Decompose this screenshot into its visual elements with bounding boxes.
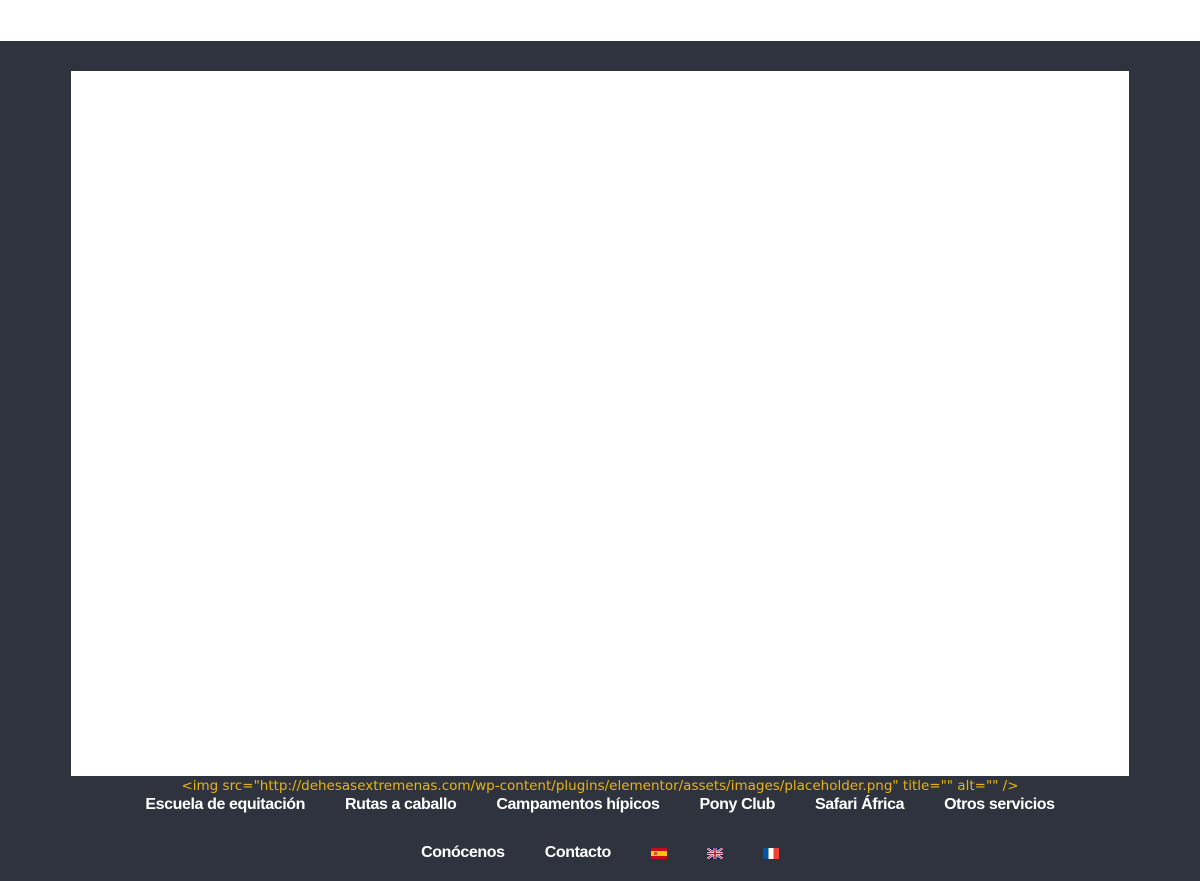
nav-item-campamentos[interactable]: Campamentos hípicos xyxy=(496,796,660,814)
france-flag-icon[interactable] xyxy=(762,847,779,859)
nav-item-pony-club[interactable]: Pony Club xyxy=(700,796,776,814)
page-top-band xyxy=(0,0,1200,41)
secondary-nav: Conócenos Contacto xyxy=(0,842,1200,864)
nav-item-rutas[interactable]: Rutas a caballo xyxy=(345,796,457,814)
nav-item-otros[interactable]: Otros servicios xyxy=(944,796,1055,814)
nav-item-escuela[interactable]: Escuela de equitación xyxy=(145,796,305,814)
nav-item-conocenos[interactable]: Conócenos xyxy=(421,844,505,862)
uk-flag-icon[interactable] xyxy=(706,847,723,859)
nav-item-contacto[interactable]: Contacto xyxy=(545,844,612,862)
primary-nav: Escuela de equitación Rutas a caballo Ca… xyxy=(0,795,1200,815)
image-code-text: <img src="http://dehesasextremenas.com/w… xyxy=(181,778,1019,794)
image-placeholder xyxy=(71,71,1129,776)
spain-flag-icon[interactable] xyxy=(650,847,667,859)
nav-item-safari[interactable]: Safari África xyxy=(815,796,904,814)
